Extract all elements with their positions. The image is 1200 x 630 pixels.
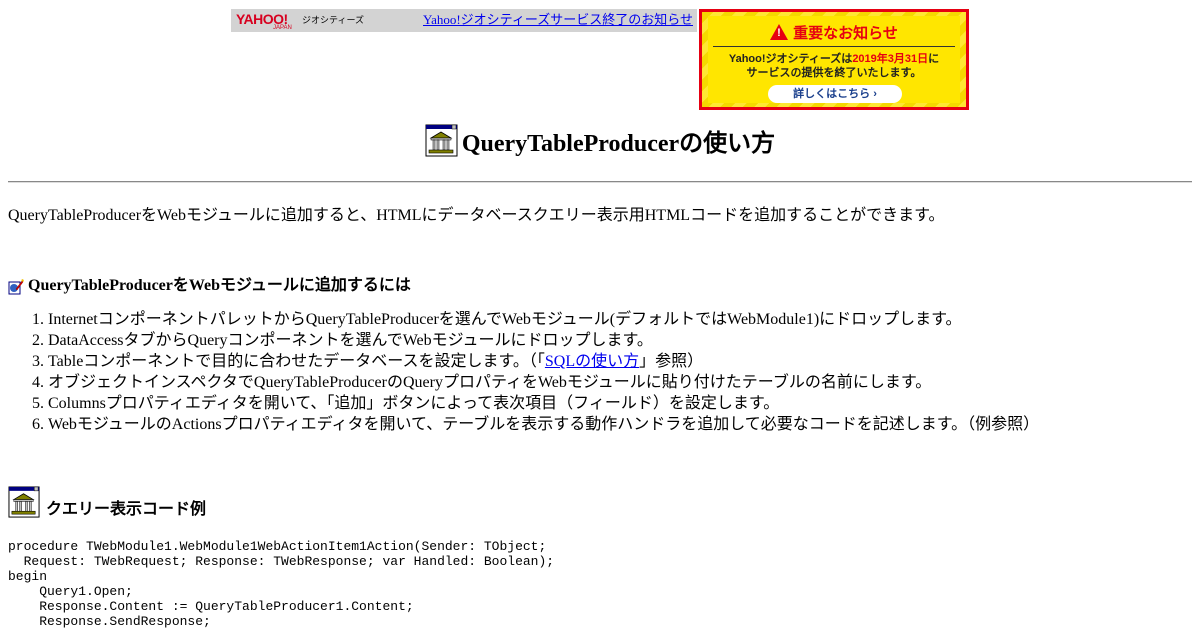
notice-divider xyxy=(713,46,955,47)
page-header: QueryTableProducerの使い方 xyxy=(0,124,1200,163)
section-add-heading: QueryTableProducerをWebモジュールに追加するには xyxy=(8,271,411,295)
notice-title: 重要なお知らせ xyxy=(708,22,960,43)
important-notice-ad[interactable]: 重要なお知らせ Yahoo!ジオシティーズは2019年3月31日に サービスの提… xyxy=(699,9,969,110)
pencil-doc-icon xyxy=(8,279,24,295)
setup-steps-list: InternetコンポーネントパレットからQueryTableProducerを… xyxy=(8,309,1039,435)
section-add-heading-text: QueryTableProducerをWebモジュールに追加するには xyxy=(28,277,411,294)
geocities-banner: YAHOO! JAPAN ジオシティーズ Yahoo!ジオシティーズサービス終了… xyxy=(231,9,697,32)
notice-details-button[interactable]: 詳しくはこちら › xyxy=(768,85,902,103)
list-item: Tableコンポーネントで目的に合わせたデータベースを設定します。（「SQLの使… xyxy=(48,351,1039,372)
list-item: WebモジュールのActionsプロパティエディタを開いて、テーブルを表示する動… xyxy=(48,414,1039,435)
list-item: InternetコンポーネントパレットからQueryTableProducerを… xyxy=(48,309,1039,330)
notice-title-text: 重要なお知らせ xyxy=(793,25,898,42)
service-end-notice-link[interactable]: Yahoo!ジオシティーズサービス終了のお知らせ xyxy=(423,12,693,28)
page-title-row: QueryTableProducerの使い方 xyxy=(425,124,775,158)
bank-building-icon xyxy=(8,486,41,519)
notice-line1-pre: Yahoo!ジオシティーズは xyxy=(728,53,853,65)
list-item: オブジェクトインスペクタでQueryTableProducerのQueryプロパ… xyxy=(48,372,1039,393)
notice-date: 2019年3月31日 xyxy=(852,53,929,65)
step3-text-post: 」参照） xyxy=(639,353,704,370)
bank-building-icon xyxy=(425,124,459,158)
notice-line1-post: に xyxy=(928,53,940,65)
section-example-heading-text: クエリー表示コード例 xyxy=(46,501,207,518)
geocities-logo-text: ジオシティーズ xyxy=(302,15,365,25)
code-example: procedure TWebModule1.WebModule1WebActio… xyxy=(8,539,555,629)
warning-icon xyxy=(770,24,789,40)
notice-panel: 重要なお知らせ Yahoo!ジオシティーズは2019年3月31日に サービスの提… xyxy=(708,16,960,103)
list-item: DataAccessタブからQueryコンポーネントを選んでWebモジュールにド… xyxy=(48,330,1039,351)
section-example-heading: クエリー表示コード例 xyxy=(8,486,206,519)
sql-usage-link[interactable]: SQLの使い方 xyxy=(545,353,639,370)
japan-logo-text: JAPAN xyxy=(273,25,292,31)
header-divider xyxy=(8,181,1192,183)
notice-line2: サービスの提供を終了いたします。 xyxy=(746,67,922,79)
yahoo-logo-text: YAHOO! xyxy=(236,11,288,27)
step3-text-pre: Tableコンポーネントで目的に合わせたデータベースを設定します。（「 xyxy=(48,353,545,370)
page-title: QueryTableProducerの使い方 xyxy=(461,131,776,157)
list-item: Columnsプロパティエディタを開いて、「追加」ボタンによって表次項目（フィー… xyxy=(48,393,1039,414)
notice-message: Yahoo!ジオシティーズは2019年3月31日に サービスの提供を終了いたしま… xyxy=(708,52,960,80)
intro-paragraph: QueryTableProducerをWebモジュールに追加すると、HTMLにデ… xyxy=(8,207,945,224)
